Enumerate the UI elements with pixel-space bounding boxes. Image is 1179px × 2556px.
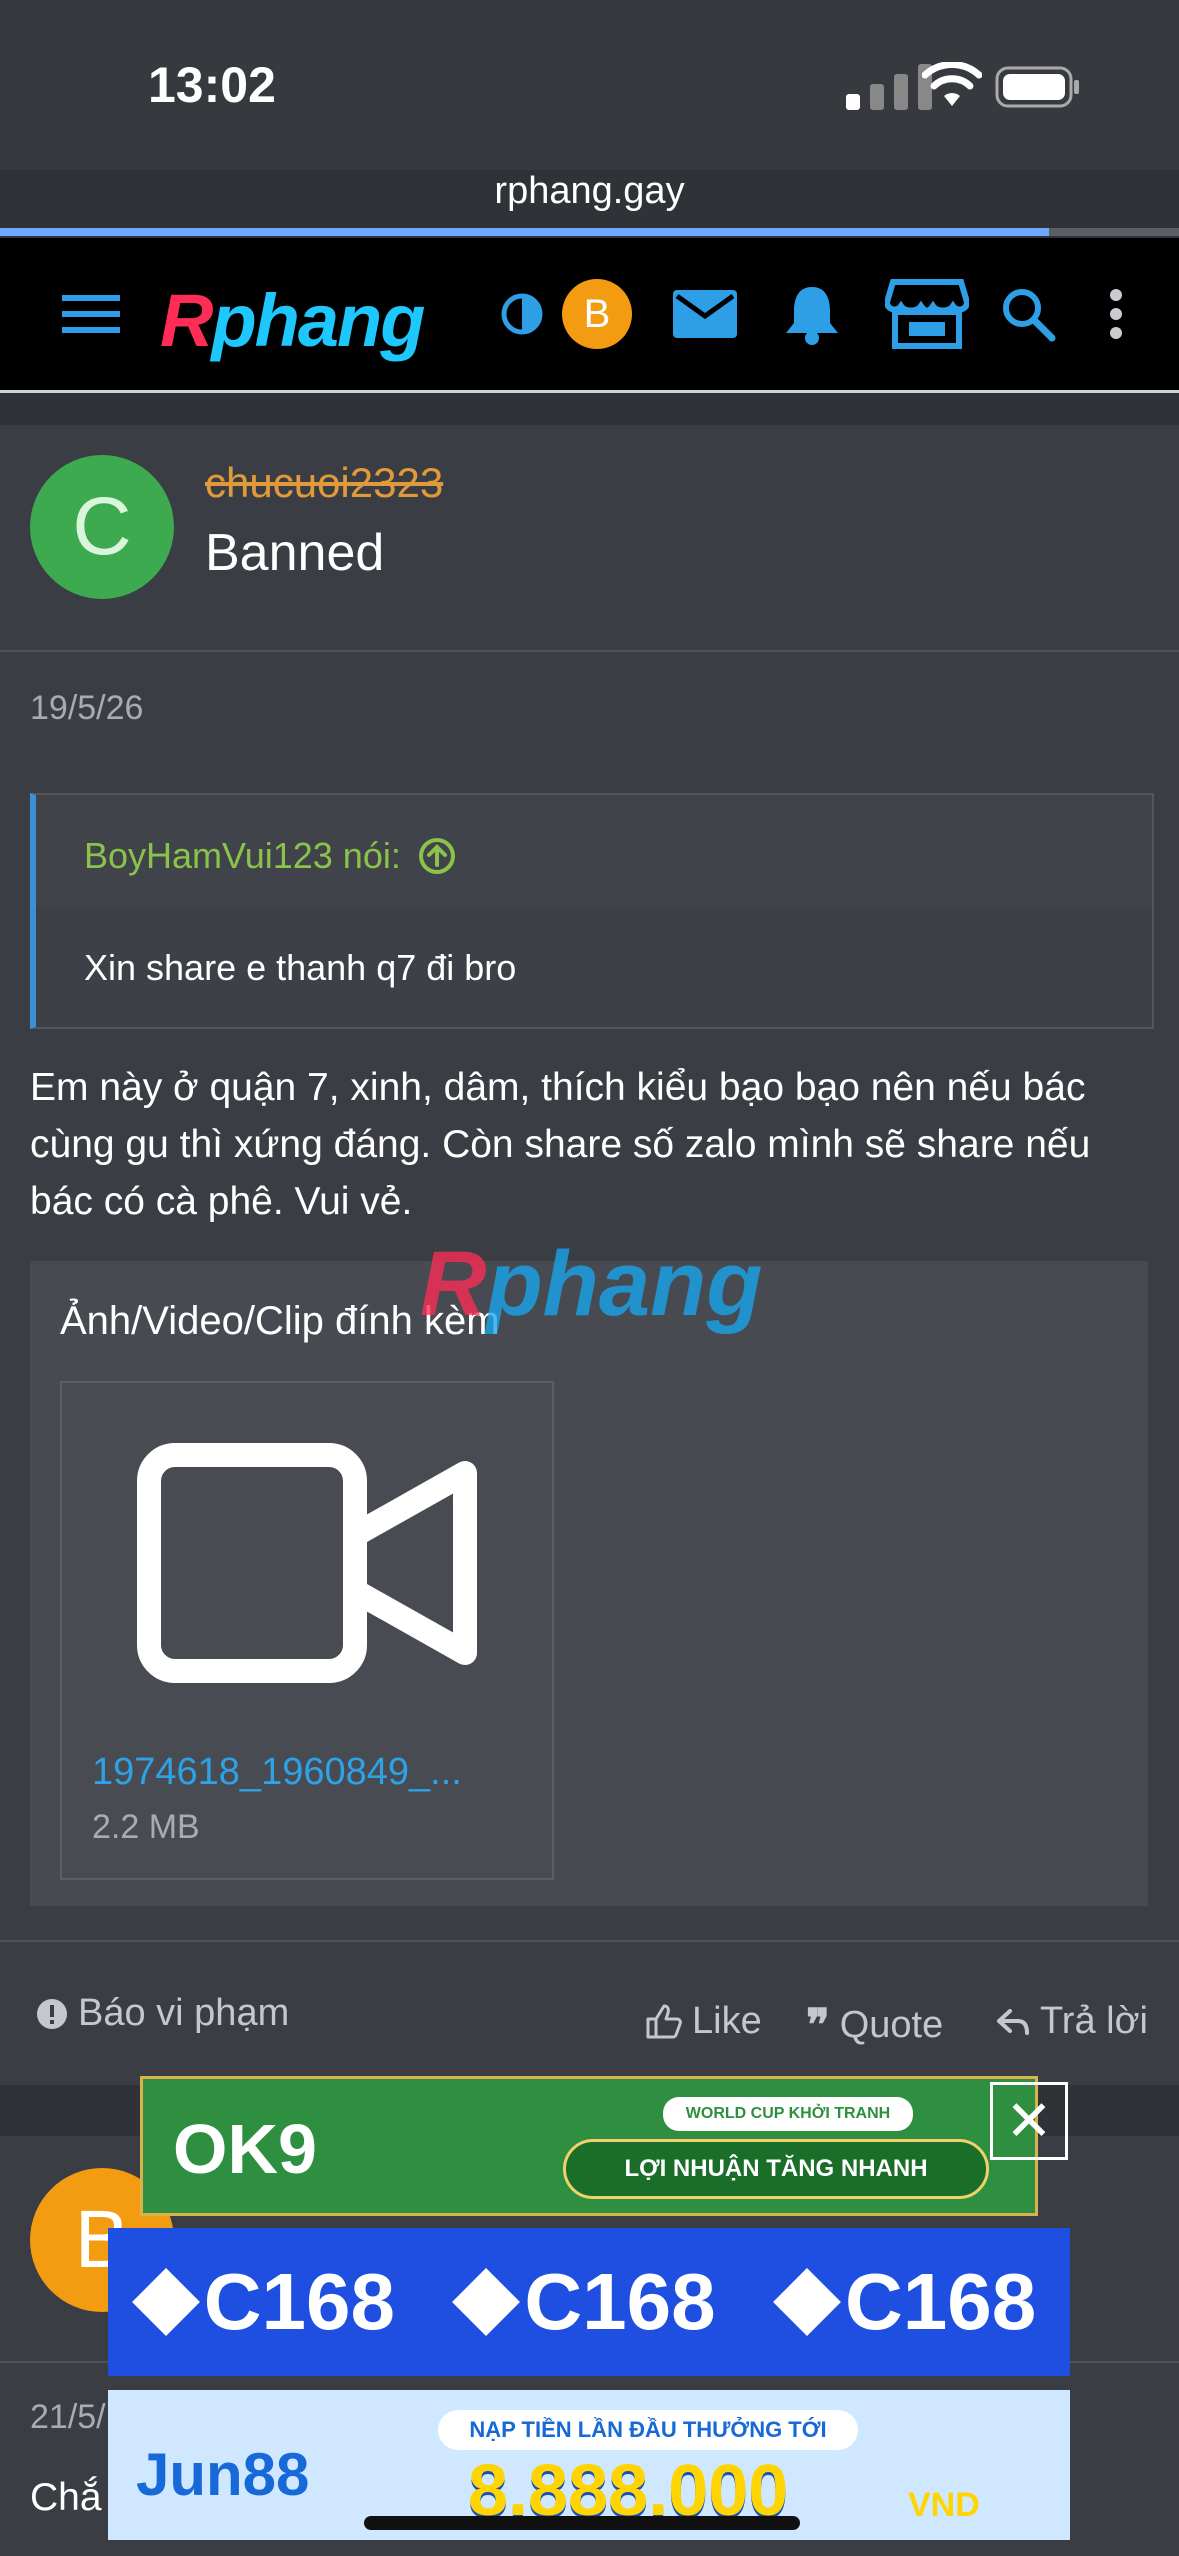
c168-logo: C168: [773, 2256, 1037, 2348]
menu-button[interactable]: [58, 274, 124, 354]
progress-fill: [0, 228, 1050, 236]
author-avatar[interactable]: C: [30, 455, 174, 599]
c168-logo: C168: [131, 2256, 395, 2348]
post-date[interactable]: 19/5/26: [30, 689, 143, 728]
quote-label: Quote: [839, 2004, 944, 2046]
diamond-icon: [131, 2268, 200, 2336]
attachment-card[interactable]: 1974618_1960849_... 2.2 MB: [60, 1381, 554, 1880]
store-icon: [885, 279, 969, 349]
diamond-icon: [773, 2268, 841, 2336]
quote-header[interactable]: BoyHamVui123 nói:: [36, 795, 1152, 907]
c168-label: C168: [203, 2257, 395, 2346]
post-body-2: Chắ: [30, 2476, 102, 2519]
ad-banner-ok9[interactable]: OK9 WORLD CUP KHỞI TRANH LỢI NHUẬN TĂNG …: [140, 2076, 1038, 2216]
menu-icon: [62, 295, 120, 333]
jun88-headline: NẠP TIỀN LẦN ĐẦU THƯỞNG TỚI: [438, 2410, 858, 2450]
search-icon: [1003, 289, 1056, 342]
inbox-button[interactable]: [670, 274, 740, 354]
attachments-section: Ảnh/Video/Clip đính kèm 1974618_1960849_…: [30, 1261, 1148, 1906]
close-icon: ✕: [1005, 2089, 1053, 2152]
address-bar-url[interactable]: rphang.gay: [0, 170, 1179, 213]
battery-icon: [995, 66, 1079, 108]
like-label: Like: [692, 2000, 762, 2042]
author-title: Banned: [205, 524, 385, 582]
ad-banner-c168[interactable]: C168 C168 C168: [108, 2228, 1070, 2376]
top-navigation: Rphang B: [0, 238, 1179, 393]
attachment-size: 2.2 MB: [92, 1808, 200, 1846]
reply-arrow-icon: [997, 2008, 1029, 2035]
jun88-logo: Jun88: [136, 2441, 310, 2508]
quote-author[interactable]: BoyHamVui123 nói:: [84, 835, 457, 877]
video-camera-icon: [137, 1443, 477, 1683]
post-actions: Báo vi phạm Like ❞ Quote Trả lời: [0, 1940, 1179, 2087]
watermark-logo: Rphang: [420, 1233, 763, 1335]
quote-mark-icon: ❞: [806, 2001, 830, 2050]
clock: 13:02: [148, 57, 276, 113]
reply-label: Trả lời: [1040, 2000, 1148, 2042]
like-button[interactable]: Like: [644, 2000, 762, 2043]
c168-logo: C168: [452, 2256, 716, 2348]
ok9-logo: OK9: [173, 2110, 317, 2188]
theme-toggle-icon: [501, 293, 543, 335]
report-button[interactable]: Báo vi phạm: [36, 1992, 289, 2035]
diamond-icon: [452, 2268, 521, 2336]
more-button[interactable]: [1098, 274, 1134, 354]
account-button[interactable]: B: [560, 274, 634, 354]
jun88-currency: VND: [908, 2486, 980, 2524]
bell-icon: [786, 287, 838, 345]
wifi-icon: [922, 62, 982, 106]
reply-button[interactable]: Trả lời: [996, 2000, 1148, 2043]
post-author-header: C chucuoi2323 Banned: [0, 425, 1179, 652]
user-avatar: B: [562, 279, 632, 349]
mail-icon: [673, 290, 737, 338]
store-button[interactable]: [884, 274, 970, 354]
attachment-filename[interactable]: 1974618_1960849_...: [92, 1751, 462, 1794]
search-button[interactable]: [998, 274, 1058, 354]
more-icon: [1110, 289, 1122, 339]
alert-icon: [37, 1998, 67, 2029]
ok9-cta: LỢI NHUẬN TĂNG NHANH: [563, 2139, 989, 2199]
page-load-progress: [0, 228, 1179, 236]
site-logo[interactable]: Rphang: [160, 278, 425, 363]
quote-author-label: BoyHamVui123 nói:: [84, 835, 401, 876]
alerts-button[interactable]: [780, 274, 844, 354]
close-ad-button[interactable]: ✕: [990, 2082, 1068, 2160]
arrow-up-circle-icon: [418, 838, 455, 874]
author-username[interactable]: chucuoi2323: [205, 459, 443, 507]
theme-toggle-button[interactable]: [498, 274, 546, 354]
thumbs-up-icon: [646, 2004, 682, 2038]
home-indicator[interactable]: [364, 2516, 800, 2530]
report-label: Báo vi phạm: [78, 1992, 290, 2034]
c168-label: C168: [524, 2257, 716, 2346]
post-body: Em này ở quận 7, xinh, dâm, thích kiểu b…: [30, 1066, 1091, 1223]
quote-button[interactable]: ❞ Quote: [806, 2000, 943, 2051]
c168-label: C168: [845, 2257, 1037, 2346]
post-date-2[interactable]: 21/5/: [30, 2398, 106, 2437]
quote-text: Xin share e thanh q7 đi bro: [84, 947, 517, 988]
status-bar: 13:02 rphang.gay: [0, 0, 1179, 236]
ok9-tagline: WORLD CUP KHỞI TRANH: [663, 2097, 913, 2131]
quote-block: BoyHamVui123 nói: Xin share e thanh q7 đ…: [30, 793, 1154, 1029]
